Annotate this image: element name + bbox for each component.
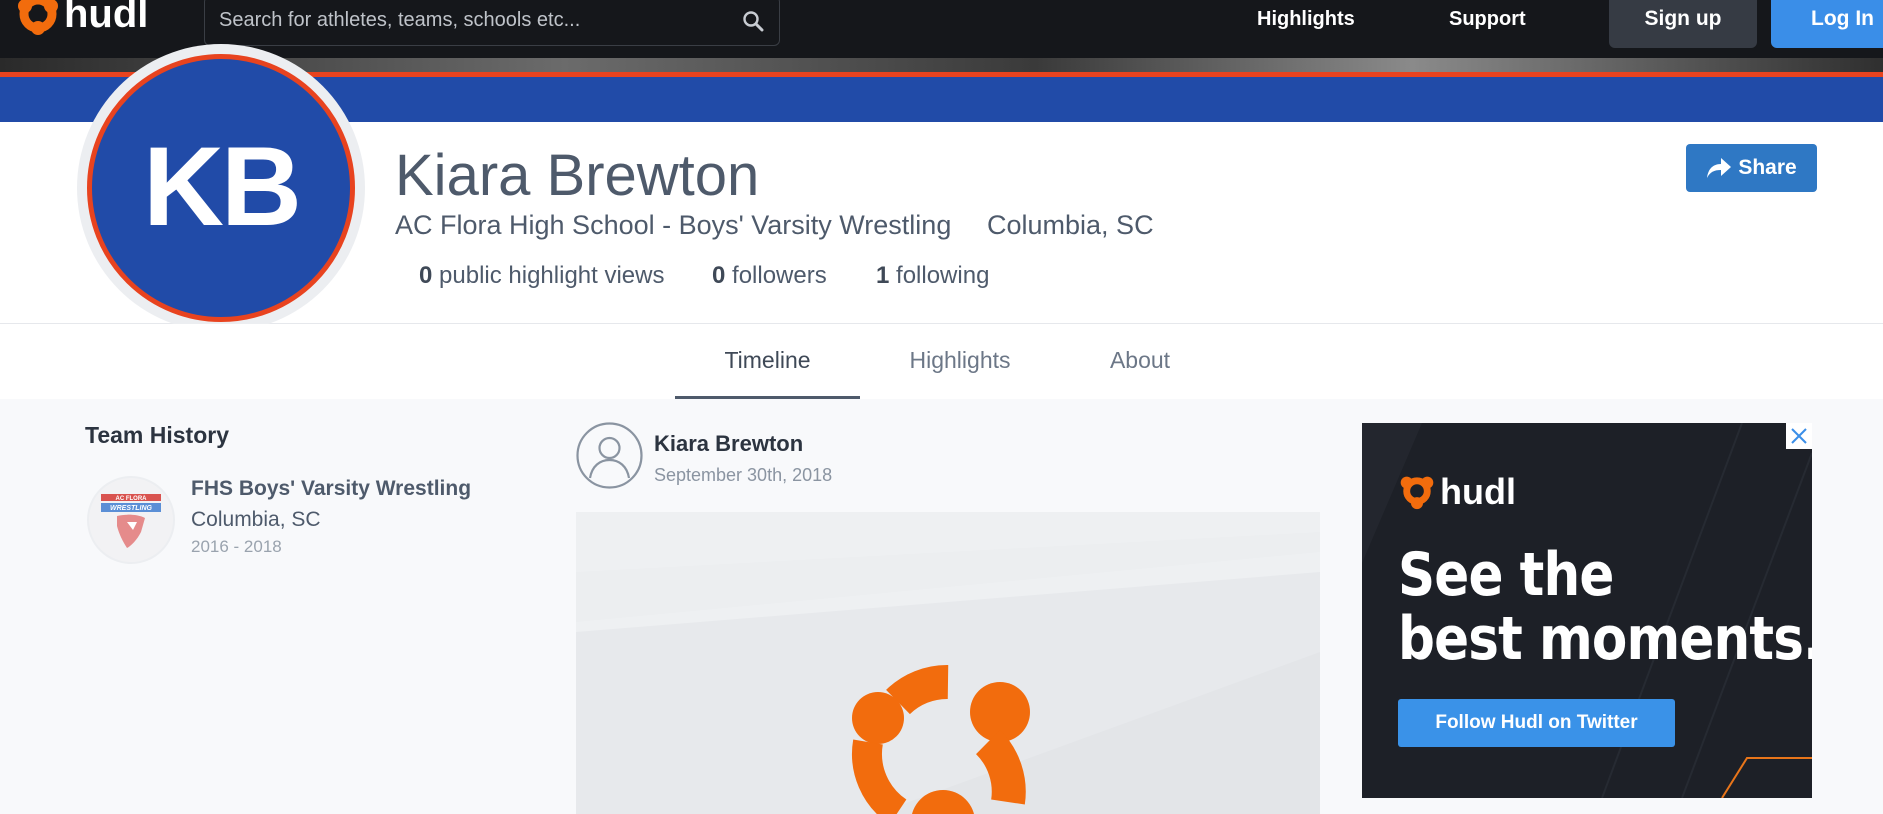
search-input[interactable] [219,5,719,35]
team-location: Columbia, SC [191,508,321,531]
ad-banner[interactable]: hudl See the best moments. Follow Hudl o… [1362,423,1812,798]
ad-close-button[interactable] [1786,423,1812,449]
athlete-team[interactable]: AC Flora High School - Boys' Varsity Wre… [395,210,951,241]
hudl-wordmark: hudl [64,0,149,36]
share-label: Share [1738,156,1797,179]
ad-headline: See the best moments. [1398,543,1812,671]
athlete-location: Columbia, SC [987,210,1154,240]
post-date: September 30th, 2018 [654,465,833,485]
stat-count: 1 [876,262,890,289]
search-box[interactable] [204,0,780,46]
share-button[interactable]: Share [1686,144,1817,192]
post-media-placeholder[interactable] [576,512,1320,814]
team-history-title: Team History [85,422,230,448]
tab-highlights[interactable]: Highlights [885,324,1035,399]
signup-button[interactable]: Sign up [1609,0,1757,48]
stat-following[interactable]: 1 following [876,262,989,290]
close-icon [1791,428,1807,444]
stat-count: 0 [419,262,433,289]
stat-label: public highlight views [439,262,665,289]
top-nav: hudl Highlights Support Sign up Log In [0,0,1883,58]
stat-label: following [896,262,990,289]
ad-headline-line2: best moments. [1398,604,1812,674]
team-years: 2016 - 2018 [191,537,282,556]
nav-highlights-link[interactable]: Highlights [1257,0,1355,38]
stat-highlight-views: 0 public highlight views [419,262,665,290]
team-logo-banner: WRESTLING [110,505,153,512]
stat-label: followers [732,262,827,289]
ad-follow-twitter-button[interactable]: Follow Hudl on Twitter [1398,699,1675,747]
login-button[interactable]: Log In [1771,0,1883,48]
stat-count: 0 [712,262,726,289]
user-avatar-icon[interactable] [576,422,643,489]
stat-followers[interactable]: 0 followers [712,262,827,290]
team-logo-image: AC FLORA WRESTLING [89,478,173,562]
team-logo[interactable]: AC FLORA WRESTLING [87,476,175,564]
team-logo-text: AC FLORA [116,496,148,502]
ad-hudl-logo: hudl [1398,474,1516,510]
hudl-logo-icon [1400,476,1434,510]
hudl-placeholder-logo-icon [852,665,1030,814]
post-author[interactable]: Kiara Brewton [654,431,803,457]
tab-timeline[interactable]: Timeline [675,324,860,399]
ad-headline-line1: See the [1398,540,1614,610]
nav-support-link[interactable]: Support [1449,0,1526,38]
share-arrow-icon [1707,158,1732,178]
tab-about[interactable]: About [1075,324,1205,399]
team-name-link[interactable]: FHS Boys' Varsity Wrestling [191,477,471,501]
avatar: KB [87,54,355,322]
athlete-name: Kiara Brewton [395,143,760,208]
hudl-logo[interactable]: hudl [16,0,148,42]
search-icon[interactable] [741,9,765,33]
profile-tabs: Timeline Highlights About [0,324,1883,399]
hudl-logo-icon [18,0,58,35]
ad-hudl-wordmark: hudl [1440,471,1516,512]
